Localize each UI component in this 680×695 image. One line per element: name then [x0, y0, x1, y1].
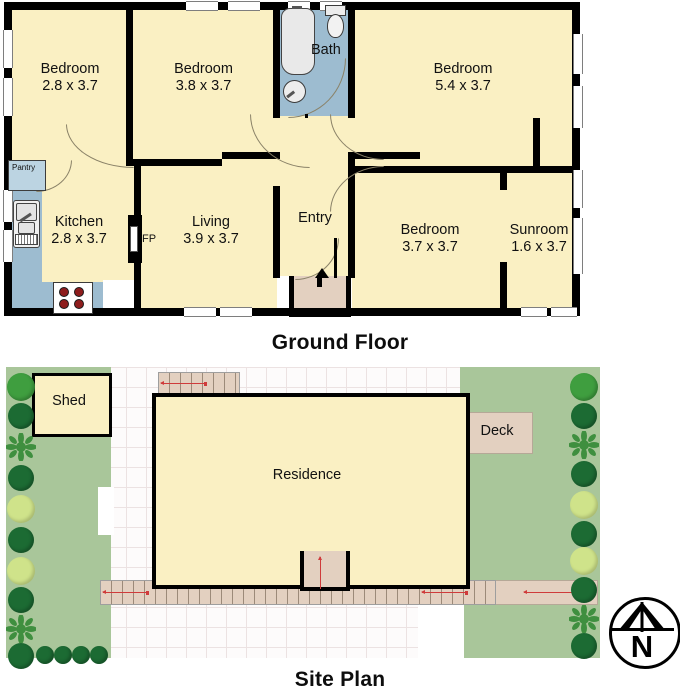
shrub-icon: [7, 557, 35, 585]
palm-icon: [568, 604, 600, 634]
room-dims: 3.8 x 3.7: [175, 78, 232, 94]
interior-wall-bath-bed3: [348, 2, 355, 118]
porch-wall-bottom: [289, 312, 351, 317]
room-label-bath: Bath: [311, 42, 357, 59]
tree-icon: [7, 373, 35, 401]
window-right-3: [573, 170, 583, 208]
porch-wall-left: [289, 276, 294, 316]
site-plan-title: Site Plan: [294, 668, 386, 691]
room-label-entry: Entry: [280, 210, 350, 227]
room-label-living: Living 3.9 x 3.7: [146, 214, 276, 248]
room-label-sunroom: Sunroom 1.6 x 3.7: [500, 222, 578, 256]
tree-icon: [571, 577, 597, 603]
window-bottom-sunroom-1: [521, 307, 547, 317]
room-name: Bedroom: [433, 61, 493, 77]
palm-icon: [5, 614, 37, 644]
door-leaf-entry: [334, 238, 337, 278]
window-top-2: [228, 1, 260, 11]
window-right-1: [573, 34, 583, 74]
room-label-bedroom-4: Bedroom 3.7 x 3.7: [356, 222, 504, 256]
room-dims: 2.8 x 3.7: [51, 231, 107, 247]
room-dims: 2.8 x 3.7: [42, 78, 98, 94]
room-label-bedroom-3: Bedroom 5.4 x 3.7: [352, 61, 574, 95]
tree-icon: [571, 461, 597, 487]
room-name: Sunroom: [509, 222, 569, 238]
room-name: Bedroom: [174, 61, 233, 77]
interior-wall-bed4-sunroom-top: [500, 166, 507, 190]
window-bottom-sunroom-2: [551, 307, 577, 317]
porch-dimension-arrow: [318, 556, 322, 589]
interior-wall-bed4-top: [450, 166, 574, 173]
tree-icon: [8, 465, 34, 491]
interior-wall-bed2-bottom: [126, 159, 222, 166]
window-bottom-living-2: [220, 307, 252, 317]
shrub-icon: [7, 495, 35, 523]
tree-icon: [570, 373, 598, 401]
rear-stairs-dimension-arrow: [160, 381, 207, 386]
interior-wall-bed2-bath: [273, 2, 280, 118]
room-name: Kitchen: [54, 214, 104, 230]
porch-wall-right: [346, 276, 351, 316]
room-label-kitchen: Kitchen 2.8 x 3.7: [18, 214, 140, 248]
site-plan: Shed Deck Residence: [0, 365, 680, 669]
room-name: Bedroom: [40, 61, 100, 77]
pantry-cupboard: Pantry: [8, 160, 46, 191]
tree-icon: [8, 587, 34, 613]
window-bottom-living-1: [184, 307, 216, 317]
verandah-dimension-arrow-right: [421, 590, 468, 595]
hedge-icon: [54, 646, 72, 664]
shrub-icon: [570, 547, 598, 575]
ground-floor-plan: Pantry FP Bedroom 2.8 x 3.7 Bedroom 3.8 …: [0, 0, 680, 325]
interior-wall-hall-top-right: [348, 152, 355, 166]
deck-label: Deck: [480, 423, 514, 439]
window-left-kitchen-1: [3, 190, 13, 222]
residence-label: Residence: [272, 467, 342, 483]
room-dims: 5.4 x 3.7: [435, 78, 491, 94]
pantry-label: Pantry: [12, 163, 36, 172]
toilet-icon: [327, 14, 344, 38]
residence-front-porch: [300, 551, 350, 591]
window-top-1: [186, 1, 218, 11]
bathtub-tap-icon: [292, 6, 302, 9]
hedge-icon: [90, 646, 108, 664]
room-dims: 1.6 x 3.7: [511, 239, 567, 255]
window-right-2: [573, 86, 583, 128]
compass-north-label: N: [630, 629, 654, 664]
tree-icon: [571, 633, 597, 659]
room-dims: 3.9 x 3.7: [183, 231, 239, 247]
hedge-icon: [72, 646, 90, 664]
door-leaf-bedroom-1: [129, 124, 132, 166]
room-label-bedroom-2: Bedroom 3.8 x 3.7: [130, 61, 277, 95]
compass-rose: N: [606, 597, 680, 679]
interior-wall-bed3-right: [533, 118, 540, 166]
door-leaf-bedroom-2: [305, 114, 308, 118]
verandah-dimension-arrow-far-right: [523, 590, 576, 595]
verandah-dimension-arrow-left: [102, 590, 149, 595]
shed-label: Shed: [52, 393, 86, 409]
tree-icon: [571, 521, 597, 547]
room-name: Living: [192, 214, 230, 230]
tree-icon: [8, 643, 34, 669]
entry-direction-arrow-stem: [317, 277, 322, 287]
tree-icon: [8, 403, 34, 429]
palm-icon: [568, 430, 600, 460]
hedge-icon: [36, 646, 54, 664]
paving-notch-left: [98, 487, 114, 535]
palm-icon: [5, 432, 37, 462]
room-name: Bedroom: [400, 222, 460, 238]
room-dims: 3.7 x 3.7: [402, 239, 458, 255]
window-left-kitchen-2: [3, 230, 13, 262]
shrub-icon: [570, 491, 598, 519]
tree-icon: [8, 527, 34, 553]
interior-wall-bed4-sunroom-bot: [500, 262, 507, 312]
bathtub-icon: [281, 8, 315, 75]
cooktop-icon: [53, 282, 93, 314]
room-name: Bath: [311, 42, 341, 58]
tree-icon: [571, 403, 597, 429]
room-label-bedroom-1: Bedroom 2.8 x 3.7: [10, 61, 130, 95]
ground-floor-title: Ground Floor: [271, 331, 409, 354]
room-name: Entry: [298, 210, 332, 226]
